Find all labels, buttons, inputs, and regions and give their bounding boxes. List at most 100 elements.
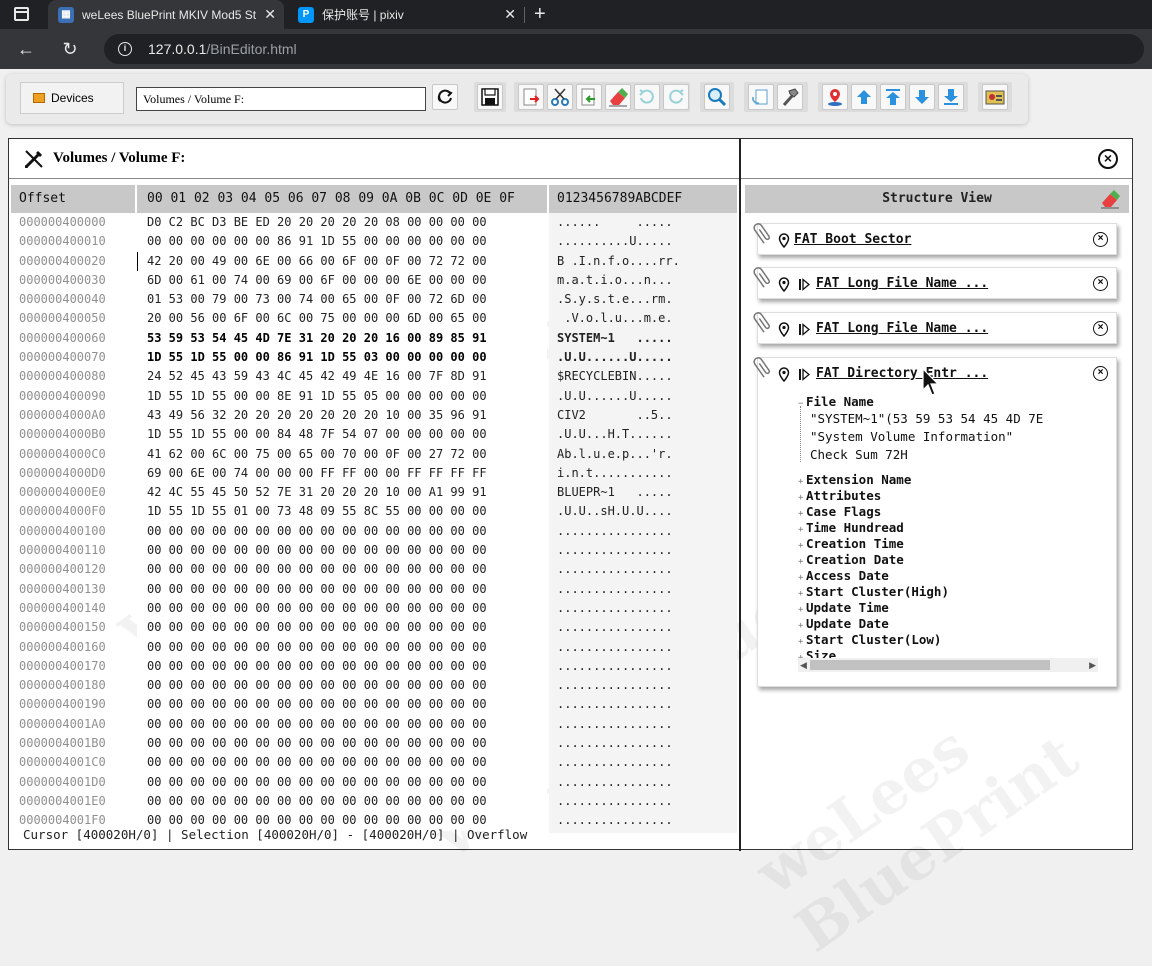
id-card-icon[interactable] [982,84,1008,110]
redo-icon[interactable] [663,84,689,110]
back-icon[interactable]: ← [16,39,36,59]
locate-pin-icon[interactable] [778,322,790,337]
ascii-row[interactable]: ................ [549,734,737,753]
structure-card-title[interactable]: FAT Boot Sector [794,232,911,247]
tree-node[interactable]: + Creation Time [798,536,949,552]
paste-insert-icon[interactable] [518,84,544,110]
hex-row[interactable]: 00 00 00 00 00 00 00 00 00 00 00 00 00 0… [137,715,547,734]
arrow-up-icon[interactable] [851,84,877,110]
locate-pin-icon[interactable] [778,367,790,382]
ascii-row[interactable]: ................ [549,541,737,560]
ascii-row[interactable]: i.n.t........... [549,464,737,483]
ascii-row[interactable]: ................ [549,753,737,772]
ascii-row[interactable]: ................ [549,773,737,792]
hex-row[interactable]: 00 00 00 00 00 00 00 00 00 00 00 00 00 0… [137,695,547,714]
close-card-icon[interactable]: × [1093,276,1108,291]
close-card-icon[interactable]: × [1093,366,1108,381]
ascii-row[interactable]: ................ [549,715,737,734]
hex-row[interactable]: 00 00 00 00 00 00 00 00 00 00 00 00 00 0… [137,657,547,676]
search-icon[interactable] [704,84,730,110]
hex-row[interactable]: 1D 55 1D 55 00 00 84 48 7F 54 07 00 00 0… [137,425,547,444]
new-tab-icon[interactable]: + [534,3,546,26]
hex-row[interactable]: 69 00 6E 00 74 00 00 00 FF FF 00 00 FF F… [137,464,547,483]
paperclip-icon[interactable] [752,264,774,290]
ascii-row[interactable]: .U.U......U..... [549,348,737,367]
locate-pin-icon[interactable] [778,277,790,292]
ascii-row[interactable]: .U.U...H.T...... [549,425,737,444]
ascii-row[interactable]: ................ [549,618,737,637]
ascii-row[interactable]: ................ [549,522,737,541]
structure-card[interactable]: FAT Long File Name ... × [753,312,1117,344]
hammer-icon[interactable] [777,84,803,110]
ascii-row[interactable]: B .I.n.f.o....rr. [549,252,737,271]
structure-card[interactable]: FAT Boot Sector × [753,223,1117,255]
hex-row[interactable]: 00 00 00 00 00 00 00 00 00 00 00 00 00 0… [137,541,547,560]
scroll-right-icon[interactable]: ▶ [1089,658,1096,672]
tab-pixiv[interactable]: P 保护账号 | pixiv ✕ [288,0,524,29]
tab-bineditor[interactable]: ▦ weLees BluePrint MKIV Mod5 Ste ✕ [48,0,284,29]
ascii-row[interactable]: ................ [549,599,737,618]
close-tab-icon[interactable]: ✕ [504,7,516,21]
hex-row[interactable]: 00 00 00 00 00 00 00 00 00 00 00 00 00 0… [137,773,547,792]
ascii-row[interactable]: .U.U..sH.U.U.... [549,502,737,521]
path-field[interactable]: Volumes / Volume F: [136,87,426,111]
hex-row[interactable]: 24 52 45 43 59 43 4C 45 42 49 4E 16 00 7… [137,367,547,386]
structure-card-title[interactable]: FAT Directory Entr ... [816,366,988,381]
ascii-row[interactable]: Ab.l.u.e.p...'r. [549,445,737,464]
url-field[interactable]: i 127.0.0.1/BinEditor.html [104,34,1144,64]
arrow-bottom-icon[interactable] [938,84,964,110]
paperclip-icon[interactable] [752,354,774,380]
ascii-row[interactable]: ................ [549,811,737,830]
ascii-row[interactable]: ................ [549,792,737,811]
tree-node[interactable]: + Case Flags [798,504,949,520]
collapse-icon[interactable]: − [798,399,806,409]
hex-row[interactable]: 41 62 00 6C 00 75 00 65 00 70 00 0F 00 2… [137,445,547,464]
close-tab-icon[interactable]: ✕ [264,7,276,21]
hex-row[interactable]: 00 00 00 00 00 00 86 91 1D 55 00 00 00 0… [137,232,547,251]
hex-row[interactable]: 42 20 00 49 00 6E 00 66 00 6F 00 0F 00 7… [137,252,547,271]
arrow-top-icon[interactable] [880,84,906,110]
locate-icon[interactable] [822,84,848,110]
tree-node[interactable]: + Update Date [798,616,949,632]
hex-row[interactable]: 00 00 00 00 00 00 00 00 00 00 00 00 00 0… [137,676,547,695]
pane-divider[interactable] [739,139,741,851]
ascii-row[interactable]: ................ [549,560,737,579]
ascii-row[interactable]: BLUEPR~1 ..... [549,483,737,502]
hex-row[interactable]: 43 49 56 32 20 20 20 20 20 20 20 10 00 3… [137,406,547,425]
structure-card[interactable]: FAT Long File Name ... × [753,267,1117,299]
structure-card-title[interactable]: FAT Long File Name ... [816,276,988,291]
ascii-row[interactable]: CIV2 ..5.. [549,406,737,425]
scroll-thumb[interactable] [810,660,1050,670]
hex-row[interactable]: 1D 55 1D 55 00 00 8E 91 1D 55 05 00 00 0… [137,387,547,406]
hex-row[interactable]: 6D 00 61 00 74 00 69 00 6F 00 00 00 6E 0… [137,271,547,290]
next-structure-icon[interactable] [798,323,810,336]
tree-node[interactable]: + Update Time [798,600,949,616]
save-icon[interactable] [477,84,503,110]
ascii-row[interactable]: ................ [549,695,737,714]
hex-row[interactable]: 42 4C 55 45 50 52 7E 31 20 20 20 10 00 A… [137,483,547,502]
hex-row[interactable]: 53 59 53 54 45 4D 7E 31 20 20 20 16 00 8… [137,329,547,348]
site-info-icon[interactable]: i [118,42,132,56]
ascii-column[interactable]: ...... ..... ..........U..... B .I.n.f.o..… [549,213,737,833]
hex-row[interactable]: 00 00 00 00 00 00 00 00 00 00 00 00 00 0… [137,580,547,599]
page-edit-icon[interactable] [748,84,774,110]
next-structure-icon[interactable] [798,278,810,291]
devices-button[interactable]: Devices [20,82,124,114]
hex-row[interactable]: 20 00 56 00 6F 00 6C 00 75 00 00 00 6D 0… [137,309,547,328]
ascii-row[interactable]: ..........U..... [549,232,737,251]
refresh-icon[interactable] [432,84,458,110]
ascii-row[interactable]: .V.o.l.u...m.e. [549,309,737,328]
ascii-row[interactable]: ...... ..... [549,213,737,232]
structure-card-title[interactable]: FAT Long File Name ... [816,321,988,336]
reload-icon[interactable]: ↻ [60,39,80,59]
hex-row[interactable]: D0 C2 BC D3 BE ED 20 20 20 20 20 08 00 0… [137,213,547,232]
hex-row[interactable]: 00 00 00 00 00 00 00 00 00 00 00 00 00 0… [137,734,547,753]
hex-row[interactable]: 00 00 00 00 00 00 00 00 00 00 00 00 00 0… [137,522,547,541]
tree-node[interactable]: + Start Cluster(High) [798,584,949,600]
tab-actions-icon[interactable] [14,7,29,21]
hex-bytes-column[interactable]: D0 C2 BC D3 BE ED 20 20 20 20 20 08 00 0… [137,213,547,831]
hex-row[interactable]: 1D 55 1D 55 01 00 73 48 09 55 8C 55 00 0… [137,502,547,521]
clear-structures-icon[interactable] [1099,189,1121,209]
close-card-icon[interactable]: × [1093,321,1108,336]
undo-icon[interactable] [634,84,660,110]
